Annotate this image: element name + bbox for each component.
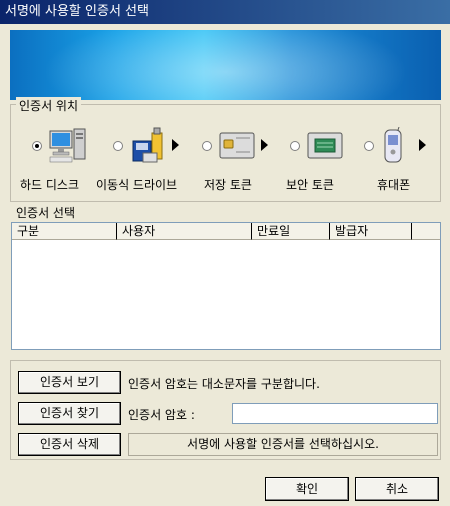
password-label: 인증서 암호 :	[128, 408, 195, 422]
device-label-security-token: 보안 토큰	[286, 178, 334, 192]
status-message: 서명에 사용할 인증서를 선택하십시오.	[128, 433, 438, 456]
title-bar: 서명에 사용할 인증서 선택	[0, 0, 450, 24]
storage-token-arrow-icon[interactable]	[261, 139, 268, 151]
radio-removable-drive[interactable]	[113, 141, 123, 151]
radio-storage-token[interactable]	[202, 141, 212, 151]
delete-certificate-button[interactable]: 인증서 삭제	[18, 433, 121, 456]
device-label-mobile-phone: 휴대폰	[377, 178, 411, 192]
window-title: 서명에 사용할 인증서 선택	[5, 4, 149, 19]
device-label-hard-disk: 하드 디스크	[20, 178, 80, 192]
cancel-button[interactable]: 취소	[355, 477, 439, 501]
security-token-icon	[306, 130, 346, 162]
radio-security-token[interactable]	[290, 141, 300, 151]
column-header-type[interactable]: 구분	[12, 223, 117, 240]
certificate-select-label: 인증서 선택	[16, 206, 76, 220]
header-banner	[10, 30, 441, 100]
radio-mobile-phone[interactable]	[364, 141, 374, 151]
device-label-removable-drive: 이동식 드라이브	[96, 178, 178, 192]
computer-icon	[48, 127, 88, 165]
mobile-phone-icon	[381, 126, 407, 165]
certificate-list[interactable]: 구분 사용자 만료일 발급자	[11, 222, 441, 350]
password-case-hint: 인증서 암호는 대소문자를 구분합니다.	[128, 377, 320, 391]
column-header-expiry[interactable]: 만료일	[252, 223, 330, 240]
password-input[interactable]	[232, 403, 438, 424]
column-header-issuer[interactable]: 발급자	[330, 223, 412, 240]
smart-card-icon	[218, 130, 258, 162]
find-certificate-button[interactable]: 인증서 찾기	[18, 402, 121, 425]
radio-hard-disk[interactable]	[32, 141, 42, 151]
removable-drive-arrow-icon[interactable]	[172, 139, 179, 151]
usb-drive-icon	[130, 127, 170, 165]
device-label-storage-token: 저장 토큰	[204, 178, 252, 192]
column-header-user[interactable]: 사용자	[117, 223, 252, 240]
mobile-phone-arrow-icon[interactable]	[419, 139, 426, 151]
location-legend: 인증서 위치	[16, 97, 82, 114]
ok-button[interactable]: 확인	[265, 477, 349, 501]
column-header-filler	[412, 223, 440, 240]
view-certificate-button[interactable]: 인증서 보기	[18, 371, 121, 394]
